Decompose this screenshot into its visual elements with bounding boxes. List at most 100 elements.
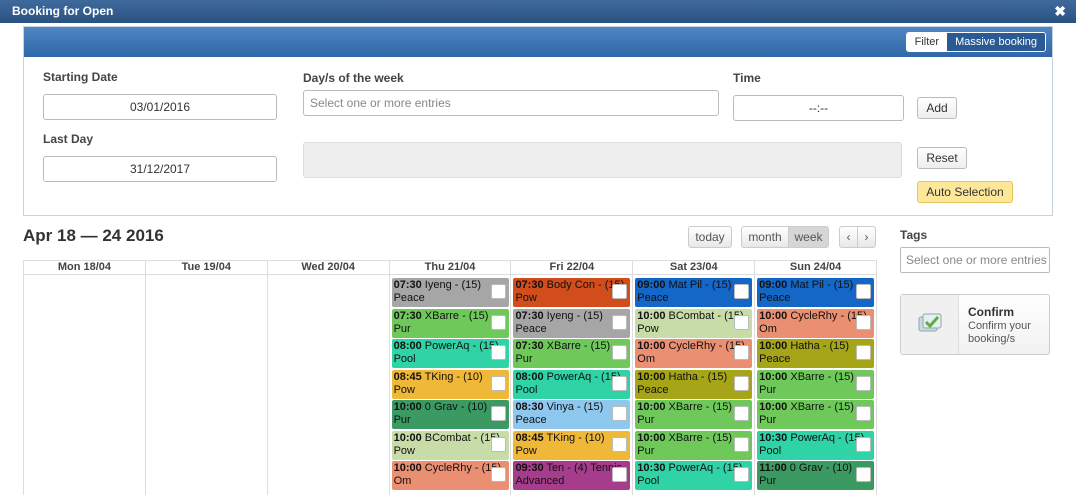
event-checkbox[interactable] (612, 436, 628, 452)
prev-week-button[interactable]: ‹ (839, 226, 858, 248)
event-time: 07:30 (393, 309, 422, 322)
event-checkbox[interactable] (612, 406, 628, 421)
calendar-event[interactable]: 07:30 XBarre - (15) Pur (391, 308, 509, 338)
event-checkbox[interactable] (490, 467, 506, 482)
event-checkbox[interactable] (856, 345, 872, 360)
event-checkbox[interactable] (490, 345, 506, 360)
event-time: 07:30 (515, 309, 544, 322)
calendar-event[interactable]: 07:30 Iyeng - (15) Peace (391, 278, 509, 307)
event-checkbox[interactable] (856, 467, 872, 482)
reset-button[interactable]: Reset (917, 147, 967, 169)
next-week-button[interactable]: › (857, 226, 876, 248)
event-checkbox[interactable] (490, 375, 506, 391)
event-checkbox[interactable] (856, 375, 872, 391)
tags-label: Tags (900, 228, 928, 242)
calendar-event[interactable]: 09:00 Mat Pil - (15) Peace (635, 278, 753, 307)
event-time: 10:00 (393, 462, 422, 474)
calendar-event[interactable]: 10:00 CycleRhy - (15) Om (757, 308, 875, 338)
event-time: 09:30 (515, 462, 544, 474)
calendar-event[interactable]: 08:00 PowerAq - (15) Pool (391, 339, 509, 368)
day-column: Mon 18/04 (24, 260, 146, 495)
event-checkbox[interactable] (490, 314, 506, 330)
confirm-booking-button[interactable]: Confirm Confirm your booking/s (900, 294, 1050, 355)
event-checkbox[interactable] (490, 284, 506, 299)
event-checkbox[interactable] (734, 436, 750, 452)
day-column: Sun 24/04 09:00 Mat Pil - (15) Peace 10:00… (755, 260, 878, 495)
event-time: 10:00 (637, 431, 666, 444)
event-checkbox[interactable] (734, 284, 750, 299)
event-checkbox[interactable] (612, 314, 628, 330)
calendar-event[interactable]: 10:00 XBarre - (15) Pur (757, 369, 875, 399)
event-checkbox[interactable] (856, 284, 872, 299)
calendar-event[interactable]: 10:00 CycleRhy - (15) Om (635, 339, 753, 368)
calendar-event[interactable]: 10:00 XBarre - (15) Pur (635, 430, 753, 460)
calendar-event[interactable]: 08:00 PowerAq - (15) Pool (513, 369, 631, 399)
day-column: Fri 22/04 07:30 Body Con - (15) Pow 07:30 … (511, 260, 634, 495)
event-time: 10:30 (759, 431, 788, 444)
calendar-event[interactable]: 08:45 TKing - (10) Pow (513, 430, 631, 460)
event-time: 10:30 (637, 462, 666, 474)
calendar-event[interactable]: 07:30 XBarre - (15) Pur (513, 339, 631, 368)
days-of-week-select[interactable]: Select one or more entries (303, 90, 719, 116)
calendar-event[interactable]: 07:30 Iyeng - (15) Peace (513, 308, 631, 338)
day-header: Sat 23/04 (633, 260, 755, 275)
calendar-event[interactable]: 08:30 Vinya - (15) Peace (513, 400, 631, 429)
calendar-event[interactable]: 10:00 BCombat - (15) Pow (635, 308, 753, 338)
event-checkbox[interactable] (856, 436, 872, 452)
event-time: 07:30 (393, 279, 422, 291)
event-time: 08:00 (515, 370, 544, 383)
month-view-button[interactable]: month (741, 226, 789, 248)
event-time: 08:00 (393, 340, 422, 352)
auto-selection-button[interactable]: Auto Selection (917, 181, 1013, 203)
starting-date-input[interactable]: 03/01/2016 (43, 94, 277, 120)
event-checkbox[interactable] (734, 375, 750, 391)
close-icon[interactable]: ✖ (1054, 0, 1066, 23)
event-checkbox[interactable] (734, 345, 750, 360)
event-time: 10:00 (759, 401, 788, 413)
calendar-event[interactable]: 08:45 TKing - (10) Pow (391, 369, 509, 399)
calendar-event[interactable]: 10:30 PowerAq - (15) Pool (635, 461, 753, 490)
filter-tab[interactable]: Filter (906, 33, 948, 51)
event-checkbox[interactable] (734, 314, 750, 330)
event-time: 08:45 (393, 370, 422, 383)
event-checkbox[interactable] (734, 467, 750, 482)
event-checkbox[interactable] (856, 314, 872, 330)
calendar-event[interactable]: 10:30 PowerAq - (15) Pool (757, 430, 875, 460)
add-button[interactable]: Add (917, 97, 957, 119)
day-header: Tue 19/04 (145, 260, 267, 275)
event-time: 10:00 (637, 309, 666, 322)
calendar-event[interactable]: 10:00 XBarre - (15) Pur (757, 400, 875, 429)
event-checkbox[interactable] (612, 284, 628, 299)
calendar-event[interactable]: 10:00 0 Grav - (10) Pur (391, 400, 509, 429)
event-checkbox[interactable] (490, 406, 506, 421)
day-header: Sun 24/04 (755, 260, 877, 275)
event-time: 08:45 (515, 431, 544, 444)
last-day-input[interactable]: 31/12/2017 (43, 156, 277, 182)
calendar-event[interactable]: 10:00 XBarre - (15) Pur (635, 400, 753, 429)
calendar-event[interactable]: 10:00 BCombat - (15) Pow (391, 430, 509, 460)
booking-form-panel: Filter Massive booking Starting Date 03/… (23, 26, 1053, 216)
calendar-event[interactable]: 10:00 CycleRhy - (15) Om (391, 461, 509, 490)
day-header: Thu 21/04 (389, 260, 511, 275)
calendar-event[interactable]: 07:30 Body Con - (15) Pow (513, 278, 631, 307)
event-checkbox[interactable] (734, 406, 750, 421)
event-checkbox[interactable] (856, 406, 872, 421)
mode-toggle: Filter Massive booking (905, 32, 1046, 52)
event-checkbox[interactable] (612, 467, 628, 482)
tags-select[interactable]: Select one or more entries (900, 247, 1050, 273)
event-checkbox[interactable] (490, 436, 506, 452)
massive-booking-tab[interactable]: Massive booking (947, 33, 1045, 51)
today-button[interactable]: today (688, 226, 732, 248)
event-time: 09:00 (759, 279, 788, 291)
event-checkbox[interactable] (612, 375, 628, 391)
calendar-event[interactable]: 09:00 Mat Pil - (15) Peace (757, 278, 875, 307)
calendar-title: Apr 18 — 24 2016 (23, 226, 164, 245)
event-checkbox[interactable] (612, 345, 628, 360)
starting-date-label: Starting Date (43, 70, 118, 84)
calendar-event[interactable]: 10:00 Hatha - (15) Peace (757, 339, 875, 368)
calendar-event[interactable]: 11:00 0 Grav - (10) Pur (757, 461, 875, 490)
calendar-event[interactable]: 09:30 Ten - (4) Tennis Advanced (513, 461, 631, 490)
calendar-event[interactable]: 10:00 Hatha - (15) Peace (635, 369, 753, 399)
week-view-button[interactable]: week (788, 226, 829, 248)
time-input[interactable]: --:-- (733, 95, 904, 121)
